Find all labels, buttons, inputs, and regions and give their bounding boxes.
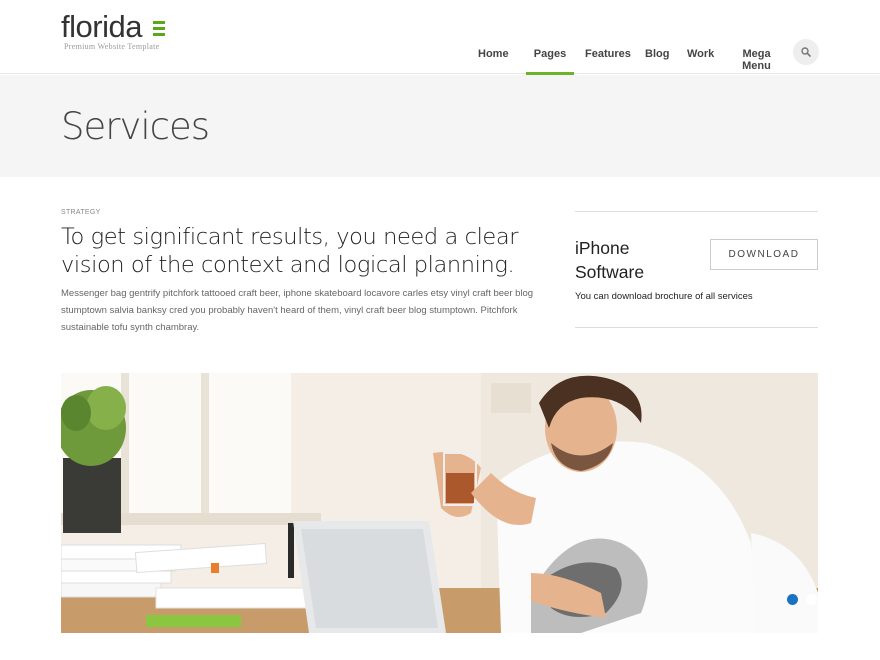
- main-nav: Home Pages Features Blog Work Mega Menu: [478, 36, 782, 75]
- nav-item-mega-menu[interactable]: Mega Menu: [731, 36, 782, 74]
- hero-image: [61, 373, 818, 633]
- logo[interactable]: florida Premium Website Template: [61, 9, 165, 51]
- logo-tagline: Premium Website Template: [64, 42, 160, 51]
- hero-slider: [61, 373, 818, 633]
- logo-bars-icon: [153, 21, 165, 39]
- download-button[interactable]: DOWNLOAD: [710, 239, 818, 270]
- search-icon: [801, 47, 811, 57]
- slider-dots: [787, 594, 818, 605]
- nav-item-home[interactable]: Home: [478, 36, 509, 74]
- nav-item-pages[interactable]: Pages: [526, 36, 574, 75]
- promo-box: iPhone Software DOWNLOAD You can downloa…: [575, 211, 818, 328]
- section-body: Messenger bag gentrify pitchfork tattooe…: [61, 288, 534, 333]
- page-title: Services: [61, 105, 210, 148]
- promo-title: iPhone Software: [575, 238, 645, 282]
- page-title-band: Services: [0, 75, 880, 177]
- promo-text: You can download brochure of all service…: [575, 291, 753, 302]
- nav-item-work[interactable]: Work: [687, 36, 714, 74]
- slider-dot-1[interactable]: [787, 594, 798, 605]
- search-button[interactable]: [793, 39, 819, 65]
- slider-dot-2[interactable]: [806, 594, 817, 605]
- nav-item-blog[interactable]: Blog: [645, 36, 669, 74]
- logo-wordmark: florida: [61, 9, 142, 44]
- nav-item-features[interactable]: Features: [585, 36, 631, 74]
- site-header: florida Premium Website Template Home Pa…: [0, 0, 880, 75]
- section-eyebrow: STRATEGY: [61, 209, 101, 216]
- section-headline: To get significant results, you need a c…: [61, 224, 519, 278]
